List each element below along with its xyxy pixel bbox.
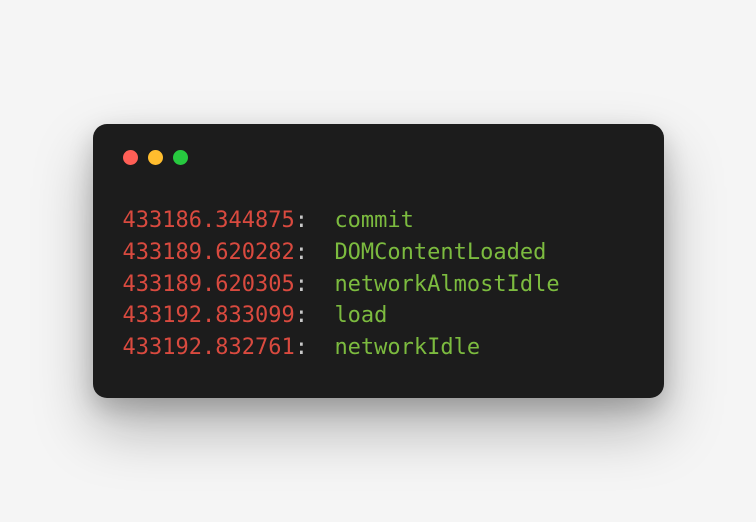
log-timestamp: 433192.832761 xyxy=(123,335,295,360)
close-icon[interactable] xyxy=(123,150,138,165)
log-event: networkAlmostIdle xyxy=(334,272,559,297)
log-separator: : xyxy=(295,240,335,265)
log-row: 433192.833099: load xyxy=(123,300,636,332)
log-event: commit xyxy=(334,208,413,233)
maximize-icon[interactable] xyxy=(173,150,188,165)
log-event: networkIdle xyxy=(334,335,480,360)
log-separator: : xyxy=(295,208,335,233)
log-row: 433189.620305: networkAlmostIdle xyxy=(123,269,636,301)
terminal-output: 433186.344875: commit 433189.620282: DOM… xyxy=(121,205,636,364)
log-timestamp: 433192.833099 xyxy=(123,303,295,328)
log-separator: : xyxy=(295,335,335,360)
log-row: 433189.620282: DOMContentLoaded xyxy=(123,237,636,269)
log-row: 433192.832761: networkIdle xyxy=(123,332,636,364)
log-timestamp: 433189.620305 xyxy=(123,272,295,297)
log-separator: : xyxy=(295,303,335,328)
minimize-icon[interactable] xyxy=(148,150,163,165)
log-timestamp: 433189.620282 xyxy=(123,240,295,265)
terminal-window: 433186.344875: commit 433189.620282: DOM… xyxy=(93,124,664,398)
log-event: load xyxy=(334,303,387,328)
log-row: 433186.344875: commit xyxy=(123,205,636,237)
log-separator: : xyxy=(295,272,335,297)
window-controls xyxy=(121,148,636,165)
log-timestamp: 433186.344875 xyxy=(123,208,295,233)
log-event: DOMContentLoaded xyxy=(334,240,546,265)
